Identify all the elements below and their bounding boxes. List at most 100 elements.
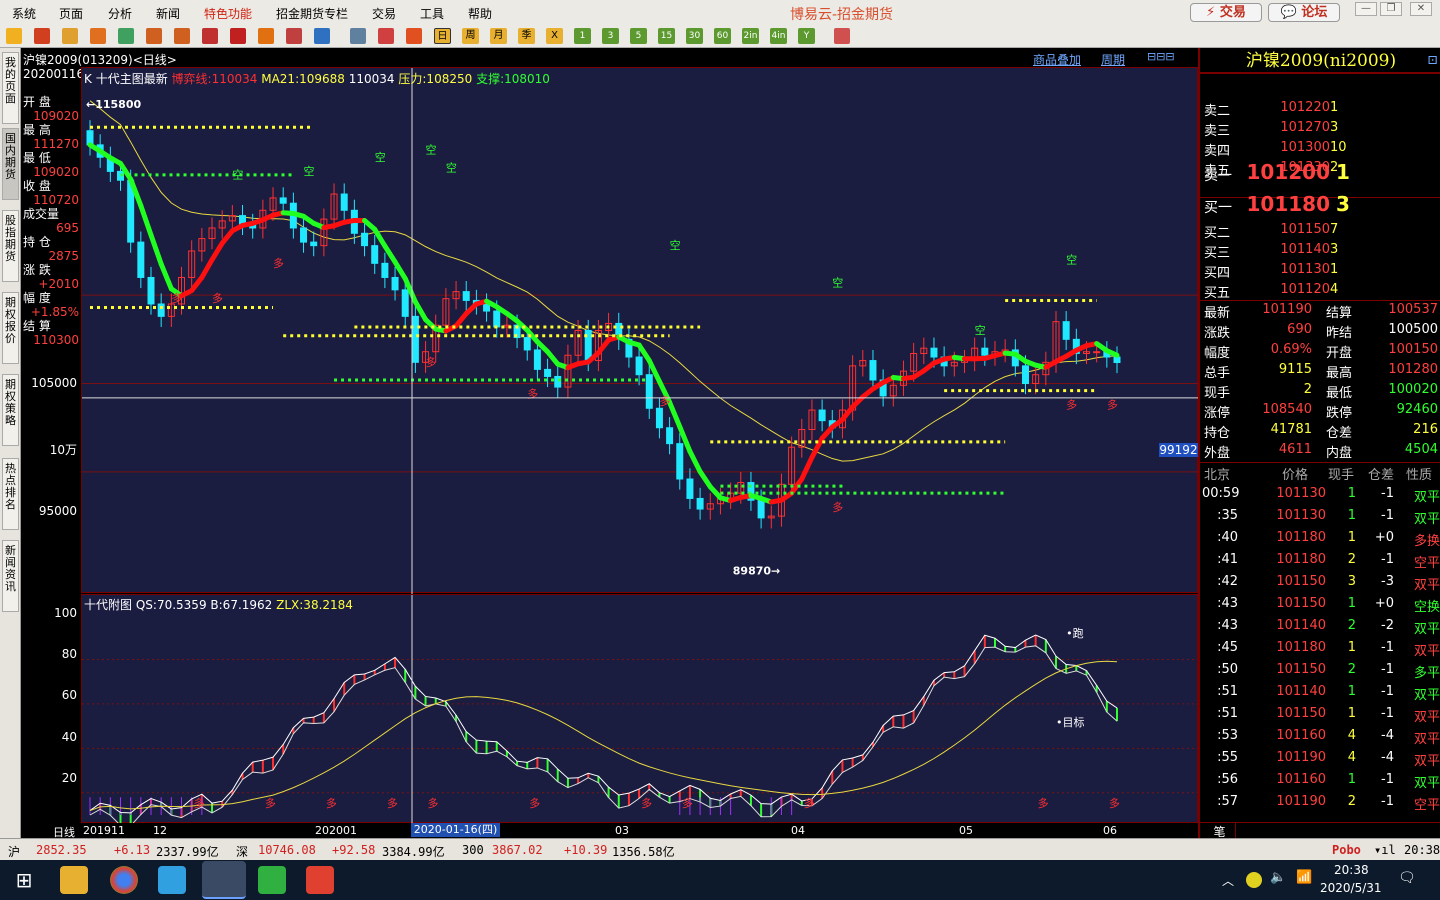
period-day[interactable]: 日: [434, 28, 451, 44]
tick-nature: 双平: [1413, 776, 1440, 791]
trend-segment: [667, 399, 683, 430]
browser-icon[interactable]: [110, 866, 138, 894]
volume-icon[interactable]: 🔈: [1270, 870, 1286, 885]
forum-button[interactable]: 💬 论坛: [1268, 3, 1340, 22]
menu-system[interactable]: 系统: [12, 5, 36, 22]
trade-button[interactable]: ⚡ 交易: [1190, 3, 1262, 22]
tab-hot-ranking[interactable]: 热点排名: [2, 458, 19, 530]
calculator-icon[interactable]: [834, 28, 850, 44]
period-week[interactable]: 周: [462, 28, 479, 44]
window-icon[interactable]: [202, 28, 218, 44]
line-chart-icon[interactable]: [378, 28, 394, 44]
ask-label: 卖五: [1204, 164, 1231, 179]
period-5min[interactable]: 5: [630, 28, 647, 44]
notification-icon[interactable]: 🗨: [1398, 870, 1416, 886]
sub-chart-panel[interactable]: 多 多 多 多 多 多 多 多 多 多 多 •跑 •目标 十代附图 QS:70.5359 B:67.19…: [81, 594, 1199, 824]
candle: [808, 399, 816, 441]
back-icon[interactable]: [6, 28, 22, 44]
bid-row[interactable]: 买五 101120 4: [1200, 282, 1440, 302]
pen-icon[interactable]: [230, 28, 246, 44]
menu-tools[interactable]: 工具: [420, 5, 444, 22]
book-icon[interactable]: [62, 28, 78, 44]
minimize-button[interactable]: —: [1355, 2, 1377, 16]
home-icon[interactable]: [34, 28, 50, 44]
zoom-out-icon[interactable]: [174, 28, 190, 44]
fire-icon[interactable]: [258, 28, 274, 44]
app-c-red-icon[interactable]: [306, 866, 334, 894]
main-chart-panel[interactable]: ←115800 89870→ 空空空空空空空空空多多多多多多多多多 K 十代主图最新…: [81, 67, 1199, 594]
tick-nature: 双平: [1413, 688, 1440, 703]
trend-segment: [392, 259, 408, 282]
menu-page[interactable]: 页面: [59, 5, 83, 22]
period-1min[interactable]: 1: [574, 28, 591, 44]
app-c-green-icon[interactable]: [258, 866, 286, 894]
ask-row[interactable]: 卖五 101330 2: [1200, 160, 1440, 180]
tab-my-page[interactable]: 我的页面: [2, 52, 19, 124]
period-year[interactable]: Y: [798, 28, 815, 44]
period-link[interactable]: 周期: [1101, 51, 1125, 68]
menu-analysis[interactable]: 分析: [108, 5, 132, 22]
taskbar: ⊞ ︿ 🔈 📶 20:38 2020/5/31 🗨: [0, 860, 1440, 900]
ask-row[interactable]: 卖四 101300 10: [1200, 140, 1440, 160]
bid-row[interactable]: 买二 101150 7: [1200, 222, 1440, 242]
period-x[interactable]: X: [546, 28, 563, 44]
trend-segment: [158, 261, 174, 292]
media-player-icon[interactable]: [158, 866, 186, 894]
period-15min[interactable]: 15: [658, 28, 675, 44]
news-icon[interactable]: [90, 28, 106, 44]
info-value: 2875: [48, 249, 79, 263]
tick-row: 00:59 101130 1 -1 双平: [1200, 486, 1440, 508]
menu-features[interactable]: 特色功能: [204, 5, 252, 22]
sub-legend-qs: QS:70.5359: [135, 598, 207, 612]
period-60min[interactable]: 60: [714, 28, 731, 44]
trading-app-icon[interactable]: [202, 861, 246, 899]
network-icon[interactable]: 📶: [1296, 870, 1312, 885]
tick-time: :35: [1217, 508, 1238, 523]
stat-value: 41781: [1270, 422, 1312, 437]
start-icon[interactable]: ⊞: [10, 866, 38, 894]
tab-option-quotes[interactable]: 期权报价: [2, 292, 19, 364]
refresh-icon[interactable]: [118, 28, 134, 44]
layout-icon[interactable]: ⊟⊟⊟: [1147, 50, 1175, 63]
candle-body: [533, 349, 541, 370]
menu-zhaojin-column[interactable]: 招金期货专栏: [276, 5, 348, 22]
tick-nature: 空平: [1413, 556, 1440, 571]
tick-time: :42: [1217, 574, 1238, 589]
menu-help[interactable]: 帮助: [468, 5, 492, 22]
period-2h[interactable]: 2in: [742, 28, 759, 44]
menu-news[interactable]: 新闻: [156, 5, 180, 22]
zoom-in-icon[interactable]: [146, 28, 162, 44]
short-signal: 空: [446, 160, 457, 174]
file-explorer-icon[interactable]: [60, 866, 88, 894]
info-value: 695: [56, 221, 79, 235]
bid-row[interactable]: 买一 101180 3: [1200, 192, 1440, 220]
indicator-icon[interactable]: [314, 28, 330, 44]
overlay-link[interactable]: 商品叠加: [1033, 51, 1081, 68]
ask-row[interactable]: 卖三 101270 3: [1200, 120, 1440, 140]
tick-nature: 多平: [1413, 666, 1440, 681]
period-month[interactable]: 月: [490, 28, 507, 44]
tab-ticks[interactable]: 笔: [1204, 823, 1236, 839]
tab-domestic-futures[interactable]: 国内期货: [2, 128, 19, 200]
period-quarter[interactable]: 季: [518, 28, 535, 44]
tab-news-info[interactable]: 新闻资讯: [2, 540, 19, 612]
tick-icon[interactable]: [406, 28, 422, 44]
tray-plus-icon[interactable]: [1246, 872, 1262, 888]
table-icon[interactable]: [350, 28, 366, 44]
close-button[interactable]: ✕: [1410, 2, 1432, 16]
bid-row[interactable]: 买四 101130 1: [1200, 262, 1440, 282]
period-3min[interactable]: 3: [602, 28, 619, 44]
tab-index-futures[interactable]: 股指期货: [2, 210, 19, 282]
target-annotation: •目标: [1056, 715, 1085, 729]
ask-row[interactable]: 卖二 101220 1: [1200, 100, 1440, 120]
maximize-button[interactable]: ❐: [1380, 2, 1402, 16]
period-4h[interactable]: 4in: [770, 28, 787, 44]
filter-icon[interactable]: [286, 28, 302, 44]
ask-volume: 10: [1330, 140, 1347, 155]
detach-icon[interactable]: ⊡: [1427, 48, 1438, 74]
bid-row[interactable]: 买三 101140 3: [1200, 242, 1440, 262]
tab-option-strategy[interactable]: 期权策略: [2, 374, 19, 446]
period-30min[interactable]: 30: [686, 28, 703, 44]
tray-chevron-icon[interactable]: ︿: [1222, 872, 1234, 889]
menu-trade[interactable]: 交易: [372, 5, 396, 22]
